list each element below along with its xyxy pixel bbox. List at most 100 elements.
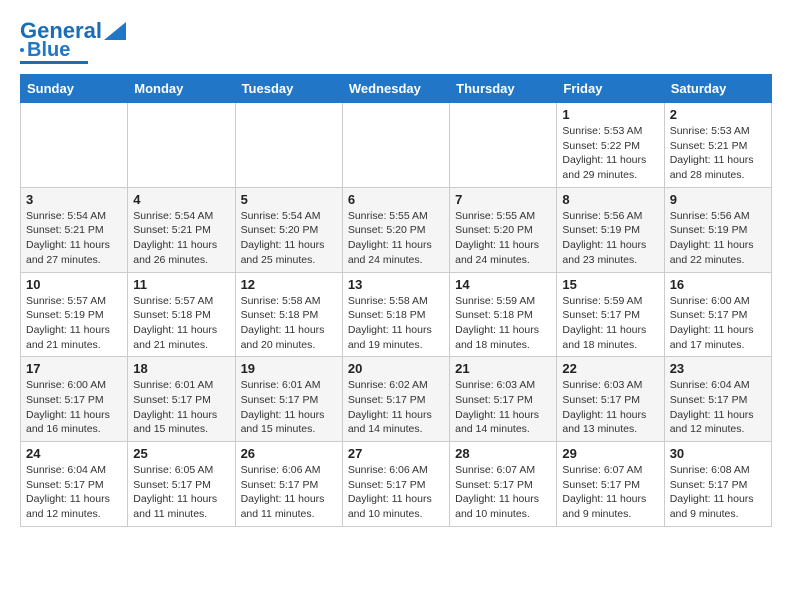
calendar-cell: 19 Sunrise: 6:01 AM Sunset: 5:17 PM Dayli…	[235, 357, 342, 442]
day-info: Sunrise: 6:03 AM Sunset: 5:17 PM Dayligh…	[455, 378, 551, 437]
week-row: 1 Sunrise: 5:53 AM Sunset: 5:22 PM Daylig…	[21, 103, 772, 188]
calendar-cell: 24 Sunrise: 6:04 AM Sunset: 5:17 PM Dayli…	[21, 442, 128, 527]
day-number: 2	[670, 107, 766, 122]
calendar-cell: 10 Sunrise: 5:57 AM Sunset: 5:19 PM Dayli…	[21, 272, 128, 357]
day-info: Sunrise: 6:00 AM Sunset: 5:17 PM Dayligh…	[670, 294, 766, 353]
calendar-cell: 22 Sunrise: 6:03 AM Sunset: 5:17 PM Dayli…	[557, 357, 664, 442]
day-info: Sunrise: 5:56 AM Sunset: 5:19 PM Dayligh…	[562, 209, 658, 268]
day-info: Sunrise: 5:58 AM Sunset: 5:18 PM Dayligh…	[241, 294, 337, 353]
day-number: 12	[241, 277, 337, 292]
calendar-cell: 2 Sunrise: 5:53 AM Sunset: 5:21 PM Daylig…	[664, 103, 771, 188]
calendar-cell	[342, 103, 449, 188]
calendar-cell: 25 Sunrise: 6:05 AM Sunset: 5:17 PM Dayli…	[128, 442, 235, 527]
calendar-cell: 21Sunrise: 6:03 AM Sunset: 5:17 PM Dayli…	[450, 357, 557, 442]
day-info: Sunrise: 5:54 AM Sunset: 5:21 PM Dayligh…	[133, 209, 229, 268]
day-info: Sunrise: 6:05 AM Sunset: 5:17 PM Dayligh…	[133, 463, 229, 522]
week-row: 3 Sunrise: 5:54 AM Sunset: 5:21 PM Daylig…	[21, 187, 772, 272]
weekday-wednesday: Wednesday	[342, 75, 449, 103]
day-number: 26	[241, 446, 337, 461]
day-info: Sunrise: 6:03 AM Sunset: 5:17 PM Dayligh…	[562, 378, 658, 437]
day-info: Sunrise: 6:07 AM Sunset: 5:17 PM Dayligh…	[455, 463, 551, 522]
day-info: Sunrise: 5:54 AM Sunset: 5:21 PM Dayligh…	[26, 209, 122, 268]
day-number: 4	[133, 192, 229, 207]
weekday-monday: Monday	[128, 75, 235, 103]
logo-underline	[20, 61, 88, 64]
calendar-cell: 15Sunrise: 5:59 AM Sunset: 5:17 PM Dayli…	[557, 272, 664, 357]
week-row: 10 Sunrise: 5:57 AM Sunset: 5:19 PM Dayli…	[21, 272, 772, 357]
calendar-cell	[235, 103, 342, 188]
day-number: 13	[348, 277, 444, 292]
weekday-saturday: Saturday	[664, 75, 771, 103]
day-info: Sunrise: 5:59 AM Sunset: 5:18 PM Dayligh…	[455, 294, 551, 353]
calendar-cell: 16Sunrise: 6:00 AM Sunset: 5:17 PM Dayli…	[664, 272, 771, 357]
day-info: Sunrise: 5:55 AM Sunset: 5:20 PM Dayligh…	[455, 209, 551, 268]
day-number: 5	[241, 192, 337, 207]
day-number: 20	[348, 361, 444, 376]
day-number: 6	[348, 192, 444, 207]
calendar-header: SundayMondayTuesdayWednesdayThursdayFrid…	[21, 75, 772, 103]
day-number: 7	[455, 192, 551, 207]
day-number: 22	[562, 361, 658, 376]
day-info: Sunrise: 6:01 AM Sunset: 5:17 PM Dayligh…	[133, 378, 229, 437]
day-number: 19	[241, 361, 337, 376]
day-info: Sunrise: 6:04 AM Sunset: 5:17 PM Dayligh…	[670, 378, 766, 437]
logo-text-blue: Blue	[27, 40, 70, 60]
calendar-cell: 13Sunrise: 5:58 AM Sunset: 5:18 PM Dayli…	[342, 272, 449, 357]
day-number: 24	[26, 446, 122, 461]
day-number: 1	[562, 107, 658, 122]
weekday-thursday: Thursday	[450, 75, 557, 103]
calendar-cell: 3 Sunrise: 5:54 AM Sunset: 5:21 PM Daylig…	[21, 187, 128, 272]
day-info: Sunrise: 5:53 AM Sunset: 5:21 PM Dayligh…	[670, 124, 766, 183]
weekday-friday: Friday	[557, 75, 664, 103]
day-info: Sunrise: 6:07 AM Sunset: 5:17 PM Dayligh…	[562, 463, 658, 522]
weekday-tuesday: Tuesday	[235, 75, 342, 103]
calendar-cell: 1 Sunrise: 5:53 AM Sunset: 5:22 PM Daylig…	[557, 103, 664, 188]
day-number: 3	[26, 192, 122, 207]
header: General Blue	[20, 20, 772, 64]
day-info: Sunrise: 5:57 AM Sunset: 5:18 PM Dayligh…	[133, 294, 229, 353]
day-number: 25	[133, 446, 229, 461]
logo-arrow-icon	[104, 22, 126, 40]
weekday-sunday: Sunday	[21, 75, 128, 103]
calendar-cell: 30Sunrise: 6:08 AM Sunset: 5:17 PM Dayli…	[664, 442, 771, 527]
day-number: 27	[348, 446, 444, 461]
week-row: 24 Sunrise: 6:04 AM Sunset: 5:17 PM Dayli…	[21, 442, 772, 527]
calendar-cell: 20 Sunrise: 6:02 AM Sunset: 5:17 PM Dayli…	[342, 357, 449, 442]
week-row: 17 Sunrise: 6:00 AM Sunset: 5:17 PM Dayli…	[21, 357, 772, 442]
calendar-body: 1 Sunrise: 5:53 AM Sunset: 5:22 PM Daylig…	[21, 103, 772, 527]
calendar-cell: 23 Sunrise: 6:04 AM Sunset: 5:17 PM Dayli…	[664, 357, 771, 442]
calendar-cell: 6 Sunrise: 5:55 AM Sunset: 5:20 PM Daylig…	[342, 187, 449, 272]
calendar-cell: 11 Sunrise: 5:57 AM Sunset: 5:18 PM Dayli…	[128, 272, 235, 357]
calendar-cell: 7 Sunrise: 5:55 AM Sunset: 5:20 PM Daylig…	[450, 187, 557, 272]
day-info: Sunrise: 6:08 AM Sunset: 5:17 PM Dayligh…	[670, 463, 766, 522]
day-number: 29	[562, 446, 658, 461]
calendar-cell: 4 Sunrise: 5:54 AM Sunset: 5:21 PM Daylig…	[128, 187, 235, 272]
day-info: Sunrise: 6:02 AM Sunset: 5:17 PM Dayligh…	[348, 378, 444, 437]
calendar-cell	[128, 103, 235, 188]
calendar-cell: 8 Sunrise: 5:56 AM Sunset: 5:19 PM Daylig…	[557, 187, 664, 272]
weekday-header-row: SundayMondayTuesdayWednesdayThursdayFrid…	[21, 75, 772, 103]
day-number: 15	[562, 277, 658, 292]
day-info: Sunrise: 6:01 AM Sunset: 5:17 PM Dayligh…	[241, 378, 337, 437]
day-info: Sunrise: 6:06 AM Sunset: 5:17 PM Dayligh…	[241, 463, 337, 522]
day-info: Sunrise: 6:00 AM Sunset: 5:17 PM Dayligh…	[26, 378, 122, 437]
day-number: 28	[455, 446, 551, 461]
day-info: Sunrise: 5:55 AM Sunset: 5:20 PM Dayligh…	[348, 209, 444, 268]
day-number: 18	[133, 361, 229, 376]
day-number: 17	[26, 361, 122, 376]
day-info: Sunrise: 5:53 AM Sunset: 5:22 PM Dayligh…	[562, 124, 658, 183]
calendar-cell: 26 Sunrise: 6:06 AM Sunset: 5:17 PM Dayli…	[235, 442, 342, 527]
day-info: Sunrise: 5:56 AM Sunset: 5:19 PM Dayligh…	[670, 209, 766, 268]
logo: General Blue	[20, 20, 126, 64]
day-number: 8	[562, 192, 658, 207]
calendar-cell: 18 Sunrise: 6:01 AM Sunset: 5:17 PM Dayli…	[128, 357, 235, 442]
calendar-cell: 5Sunrise: 5:54 AM Sunset: 5:20 PM Daylig…	[235, 187, 342, 272]
calendar-cell: 28 Sunrise: 6:07 AM Sunset: 5:17 PM Dayli…	[450, 442, 557, 527]
day-number: 10	[26, 277, 122, 292]
day-info: Sunrise: 5:57 AM Sunset: 5:19 PM Dayligh…	[26, 294, 122, 353]
day-number: 11	[133, 277, 229, 292]
day-info: Sunrise: 6:04 AM Sunset: 5:17 PM Dayligh…	[26, 463, 122, 522]
calendar-cell: 9Sunrise: 5:56 AM Sunset: 5:19 PM Daylig…	[664, 187, 771, 272]
day-number: 23	[670, 361, 766, 376]
calendar-cell: 29 Sunrise: 6:07 AM Sunset: 5:17 PM Dayli…	[557, 442, 664, 527]
